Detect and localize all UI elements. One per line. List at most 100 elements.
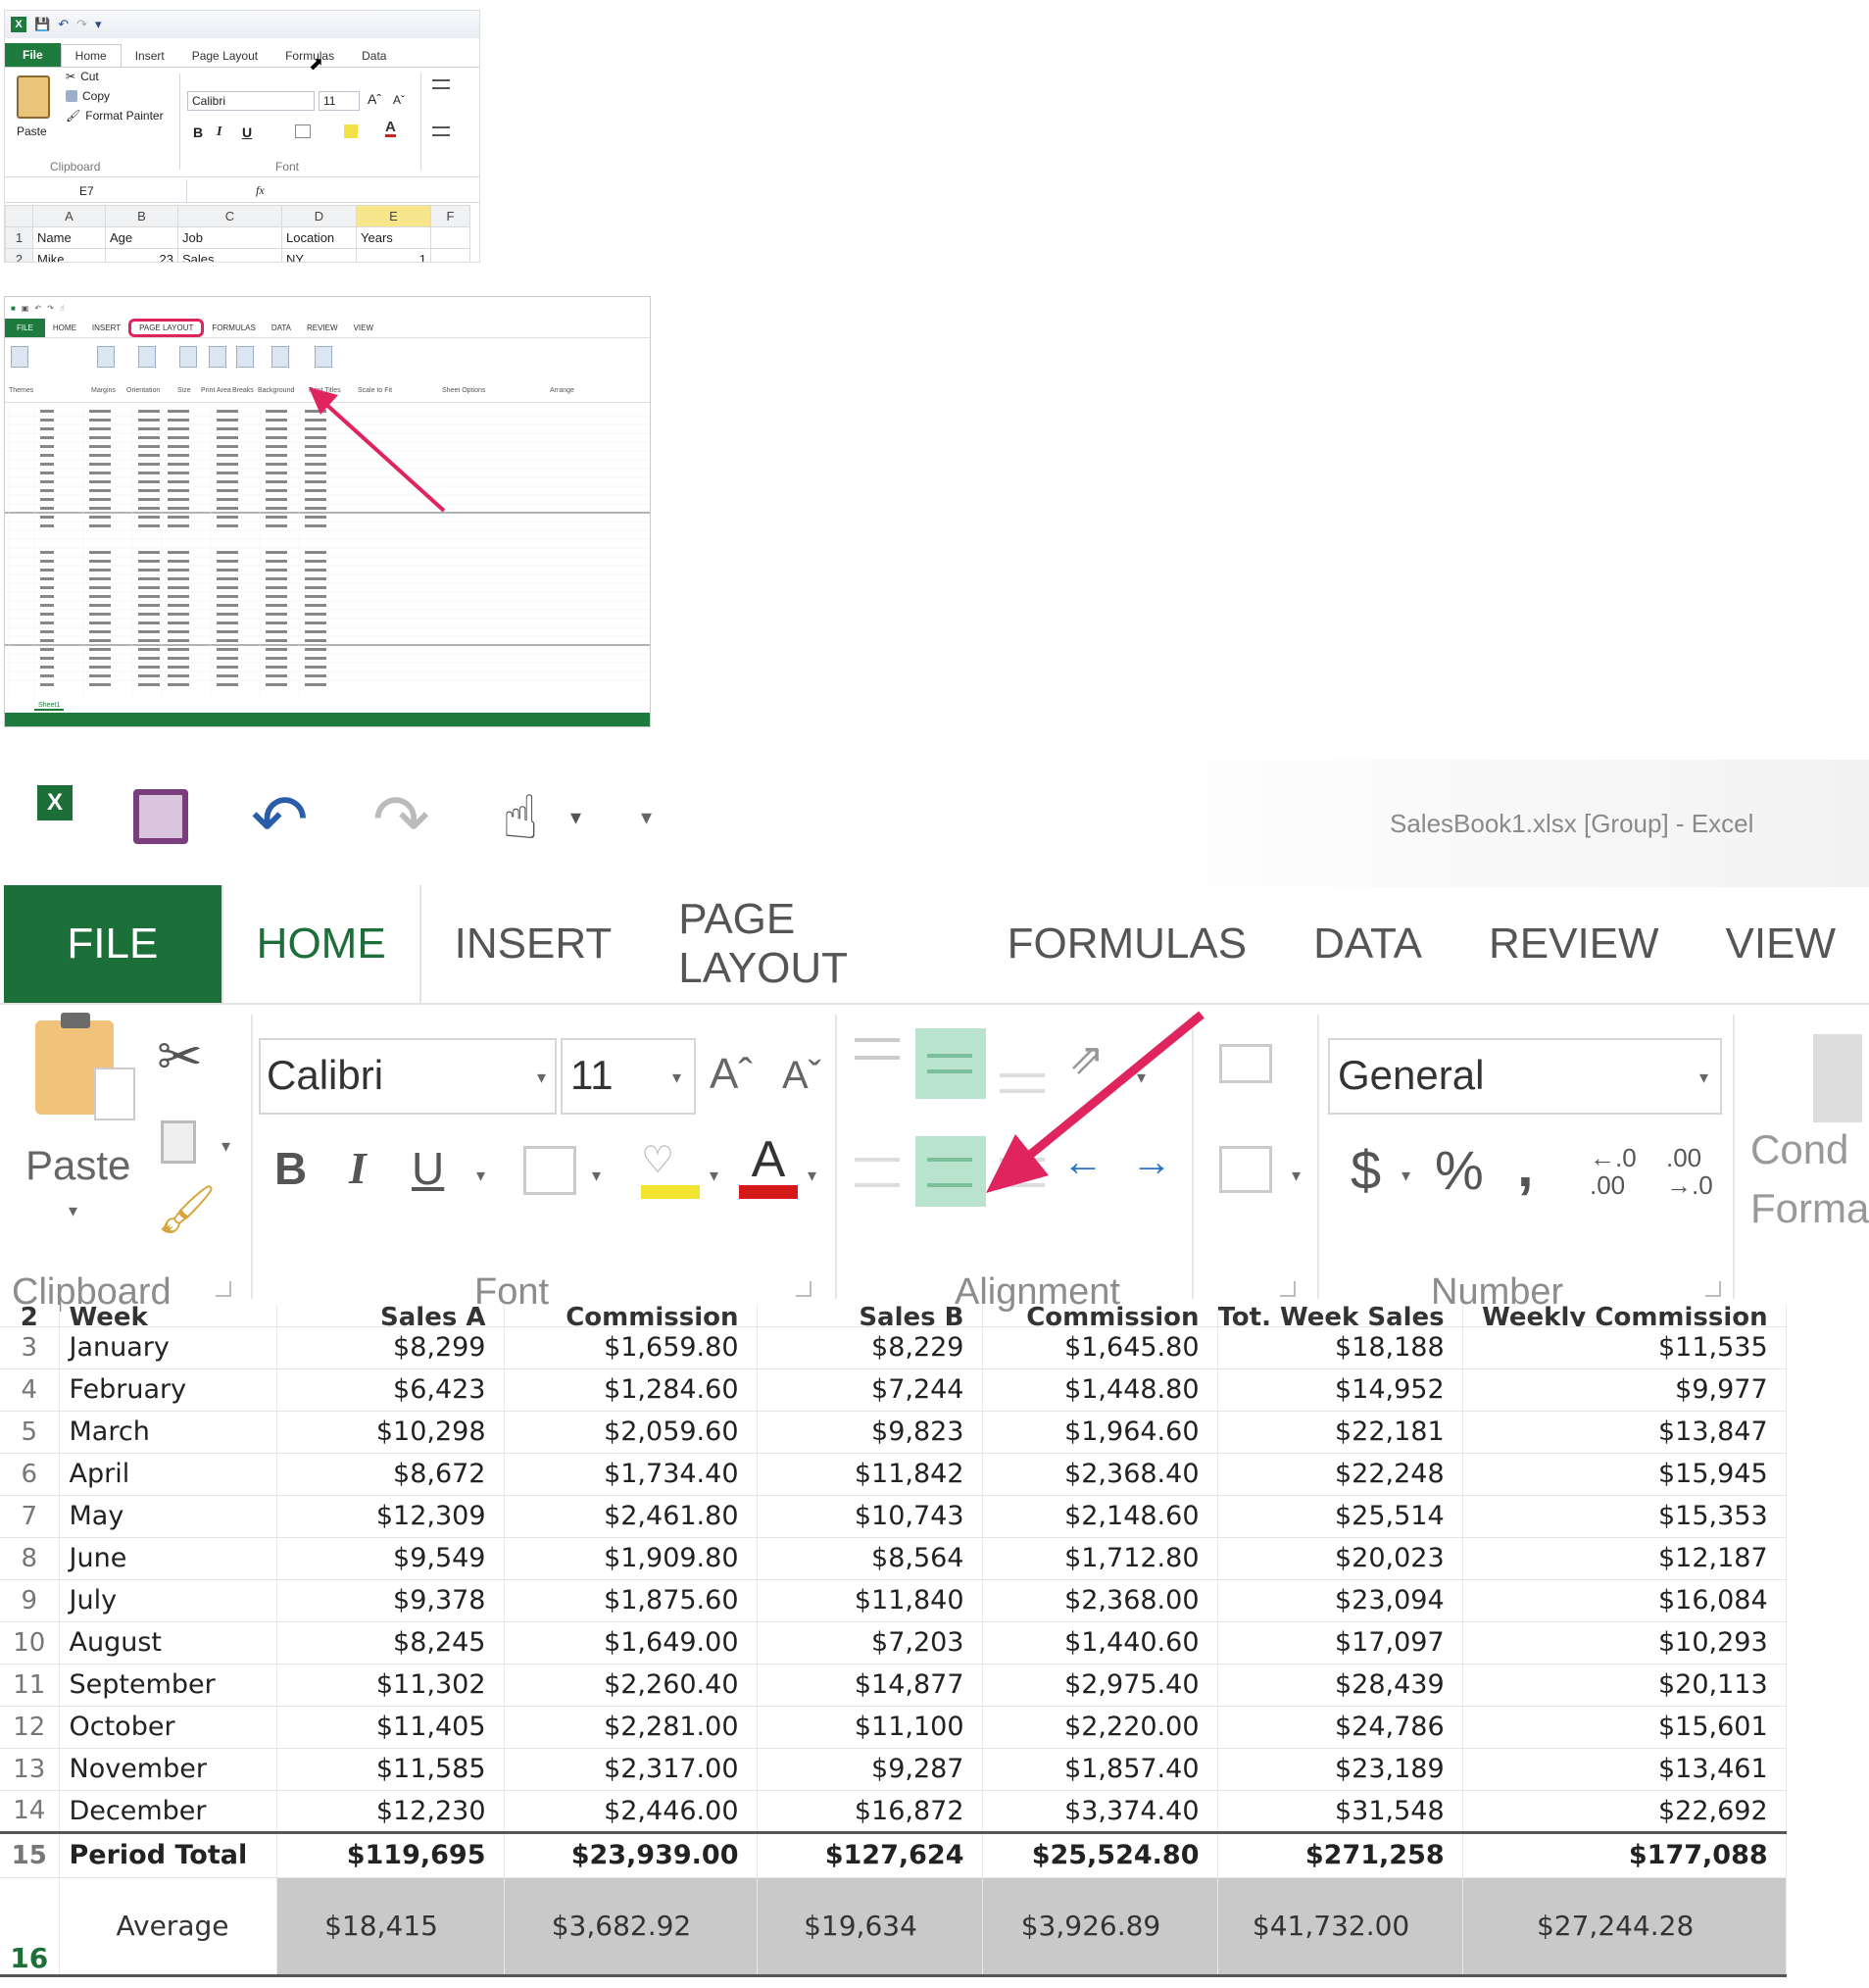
value-cell[interactable]: $20,023 bbox=[1217, 1537, 1463, 1580]
font-size-dropdown-icon[interactable]: ▾ bbox=[672, 1068, 681, 1088]
fx-icon[interactable]: fx bbox=[256, 183, 265, 198]
month-cell[interactable]: July bbox=[59, 1579, 277, 1622]
align-top-icon[interactable] bbox=[432, 79, 450, 89]
month-cell[interactable]: Average bbox=[59, 1877, 277, 1977]
value-cell[interactable]: $7,203 bbox=[757, 1621, 983, 1665]
value-cell[interactable]: $9,378 bbox=[276, 1579, 505, 1622]
tab-file[interactable]: FILE bbox=[5, 319, 45, 337]
value-cell[interactable]: $12,187 bbox=[1462, 1537, 1787, 1580]
value-cell[interactable]: $24,786 bbox=[1217, 1706, 1463, 1749]
value-cell[interactable]: $8,229 bbox=[757, 1326, 983, 1369]
currency-button[interactable]: $ bbox=[1351, 1138, 1381, 1202]
value-cell[interactable]: $1,734.40 bbox=[504, 1453, 758, 1496]
column-header[interactable]: D bbox=[281, 205, 357, 227]
value-cell[interactable]: $22,692 bbox=[1462, 1790, 1787, 1833]
value-cell[interactable]: $19,634 bbox=[757, 1877, 983, 1977]
increase-decimal-icon[interactable]: ←.0.00 bbox=[1590, 1144, 1637, 1199]
month-cell[interactable]: January bbox=[59, 1326, 277, 1369]
value-cell[interactable]: $16,084 bbox=[1462, 1579, 1787, 1622]
value-cell[interactable]: $2,260.40 bbox=[504, 1664, 758, 1707]
borders-icon[interactable] bbox=[295, 124, 311, 138]
font-color-dropdown-icon[interactable]: ▾ bbox=[808, 1166, 816, 1186]
customize-qat-icon[interactable]: ▾ bbox=[95, 17, 102, 32]
value-cell[interactable]: Tot. Week Sales bbox=[1217, 1305, 1463, 1327]
print-area-icon[interactable] bbox=[209, 346, 226, 368]
align-left-icon[interactable] bbox=[432, 126, 450, 136]
column-header-selected[interactable]: E bbox=[356, 205, 431, 227]
value-cell[interactable]: $25,514 bbox=[1217, 1495, 1463, 1538]
value-cell[interactable]: $8,245 bbox=[276, 1621, 505, 1665]
row-header[interactable]: 12 bbox=[0, 1706, 60, 1749]
value-cell[interactable]: $28,439 bbox=[1217, 1664, 1463, 1707]
paste-button[interactable]: Paste bbox=[25, 1142, 130, 1189]
cell[interactable]: NY bbox=[281, 248, 357, 262]
value-cell[interactable]: $7,244 bbox=[757, 1368, 983, 1412]
font-grow-icon[interactable]: Aˆ bbox=[368, 91, 381, 107]
borders-icon[interactable] bbox=[523, 1146, 576, 1195]
redo-icon[interactable]: ↷ bbox=[76, 17, 87, 32]
fill-color-icon[interactable]: ♡ bbox=[641, 1138, 700, 1199]
tab-formulas[interactable]: FORMULAS bbox=[974, 885, 1280, 1003]
column-header[interactable]: B bbox=[105, 205, 178, 227]
tab-view[interactable]: VIEW bbox=[1693, 885, 1869, 1003]
value-cell[interactable]: $11,842 bbox=[757, 1453, 983, 1496]
bold-button[interactable]: B bbox=[193, 124, 203, 140]
value-cell[interactable]: $2,461.80 bbox=[504, 1495, 758, 1538]
tab-data[interactable]: DATA bbox=[1280, 885, 1455, 1003]
borders-dropdown-icon[interactable]: ▾ bbox=[592, 1166, 601, 1186]
month-cell[interactable]: Week bbox=[59, 1305, 277, 1327]
row-header[interactable]: 2 bbox=[5, 248, 33, 262]
value-cell[interactable]: $14,952 bbox=[1217, 1368, 1463, 1412]
align-top-icon[interactable] bbox=[855, 1038, 900, 1060]
value-cell[interactable]: $3,682.92 bbox=[504, 1877, 758, 1977]
value-cell[interactable]: $8,672 bbox=[276, 1453, 505, 1496]
value-cell[interactable]: $10,743 bbox=[757, 1495, 983, 1538]
column-header[interactable]: F bbox=[430, 205, 470, 227]
row-header[interactable]: 4 bbox=[0, 1368, 60, 1412]
value-cell[interactable]: $1,909.80 bbox=[504, 1537, 758, 1580]
print-titles-icon[interactable] bbox=[315, 346, 332, 368]
margins-button[interactable]: Margins bbox=[91, 387, 116, 394]
tab-data[interactable]: Data bbox=[348, 45, 400, 67]
value-cell[interactable]: $2,281.00 bbox=[504, 1706, 758, 1749]
value-cell[interactable]: $3,374.40 bbox=[982, 1790, 1218, 1833]
month-cell[interactable]: Period Total bbox=[59, 1830, 277, 1878]
tab-file[interactable]: FILE bbox=[4, 885, 221, 1003]
tab-page-layout[interactable]: PAGE LAYOUT bbox=[645, 885, 973, 1003]
value-cell[interactable]: $2,368.40 bbox=[982, 1453, 1218, 1496]
tab-review[interactable]: REVIEW bbox=[299, 322, 346, 334]
value-cell[interactable]: $41,732.00 bbox=[1217, 1877, 1463, 1977]
row-header[interactable]: 6 bbox=[0, 1453, 60, 1496]
value-cell[interactable]: $2,317.00 bbox=[504, 1748, 758, 1791]
undo-icon[interactable]: ↶ bbox=[58, 17, 69, 32]
row-header[interactable]: 3 bbox=[0, 1326, 60, 1369]
touch-mode-icon[interactable]: ☝ bbox=[60, 304, 65, 313]
undo-icon[interactable]: ↶ bbox=[34, 304, 41, 313]
value-cell[interactable]: $271,258 bbox=[1217, 1830, 1463, 1878]
row-header[interactable]: 8 bbox=[0, 1537, 60, 1580]
cell[interactable]: Years bbox=[356, 226, 431, 249]
tab-view[interactable]: VIEW bbox=[346, 322, 381, 334]
fill-color-dropdown-icon[interactable]: ▾ bbox=[710, 1166, 718, 1186]
breaks-button[interactable]: Breaks bbox=[232, 387, 254, 394]
number-format-dropdown-icon[interactable]: ▾ bbox=[1699, 1068, 1708, 1088]
value-cell[interactable]: $9,823 bbox=[757, 1411, 983, 1454]
tab-home[interactable]: HOME bbox=[45, 322, 84, 334]
cut-button[interactable]: ✂ Cut bbox=[66, 70, 99, 83]
save-icon[interactable]: 💾 bbox=[34, 17, 50, 32]
print-area-button[interactable]: Print Area bbox=[201, 387, 231, 394]
redo-icon[interactable]: ↷ bbox=[372, 779, 430, 860]
size-icon[interactable] bbox=[179, 346, 197, 368]
value-cell[interactable]: Commission bbox=[982, 1305, 1218, 1327]
cell[interactable]: 23 bbox=[105, 248, 178, 262]
month-cell[interactable]: December bbox=[59, 1790, 277, 1833]
cell[interactable]: Age bbox=[105, 226, 178, 249]
fill-color-icon[interactable] bbox=[344, 124, 358, 138]
value-cell[interactable]: $2,059.60 bbox=[504, 1411, 758, 1454]
value-cell[interactable]: $9,977 bbox=[1462, 1368, 1787, 1412]
sheet-tab[interactable]: Sheet1 bbox=[34, 702, 65, 711]
italic-button[interactable]: I bbox=[217, 124, 221, 140]
value-cell[interactable]: $13,461 bbox=[1462, 1748, 1787, 1791]
value-cell[interactable]: $22,181 bbox=[1217, 1411, 1463, 1454]
font-shrink-icon[interactable]: Aˇ bbox=[782, 1054, 821, 1098]
